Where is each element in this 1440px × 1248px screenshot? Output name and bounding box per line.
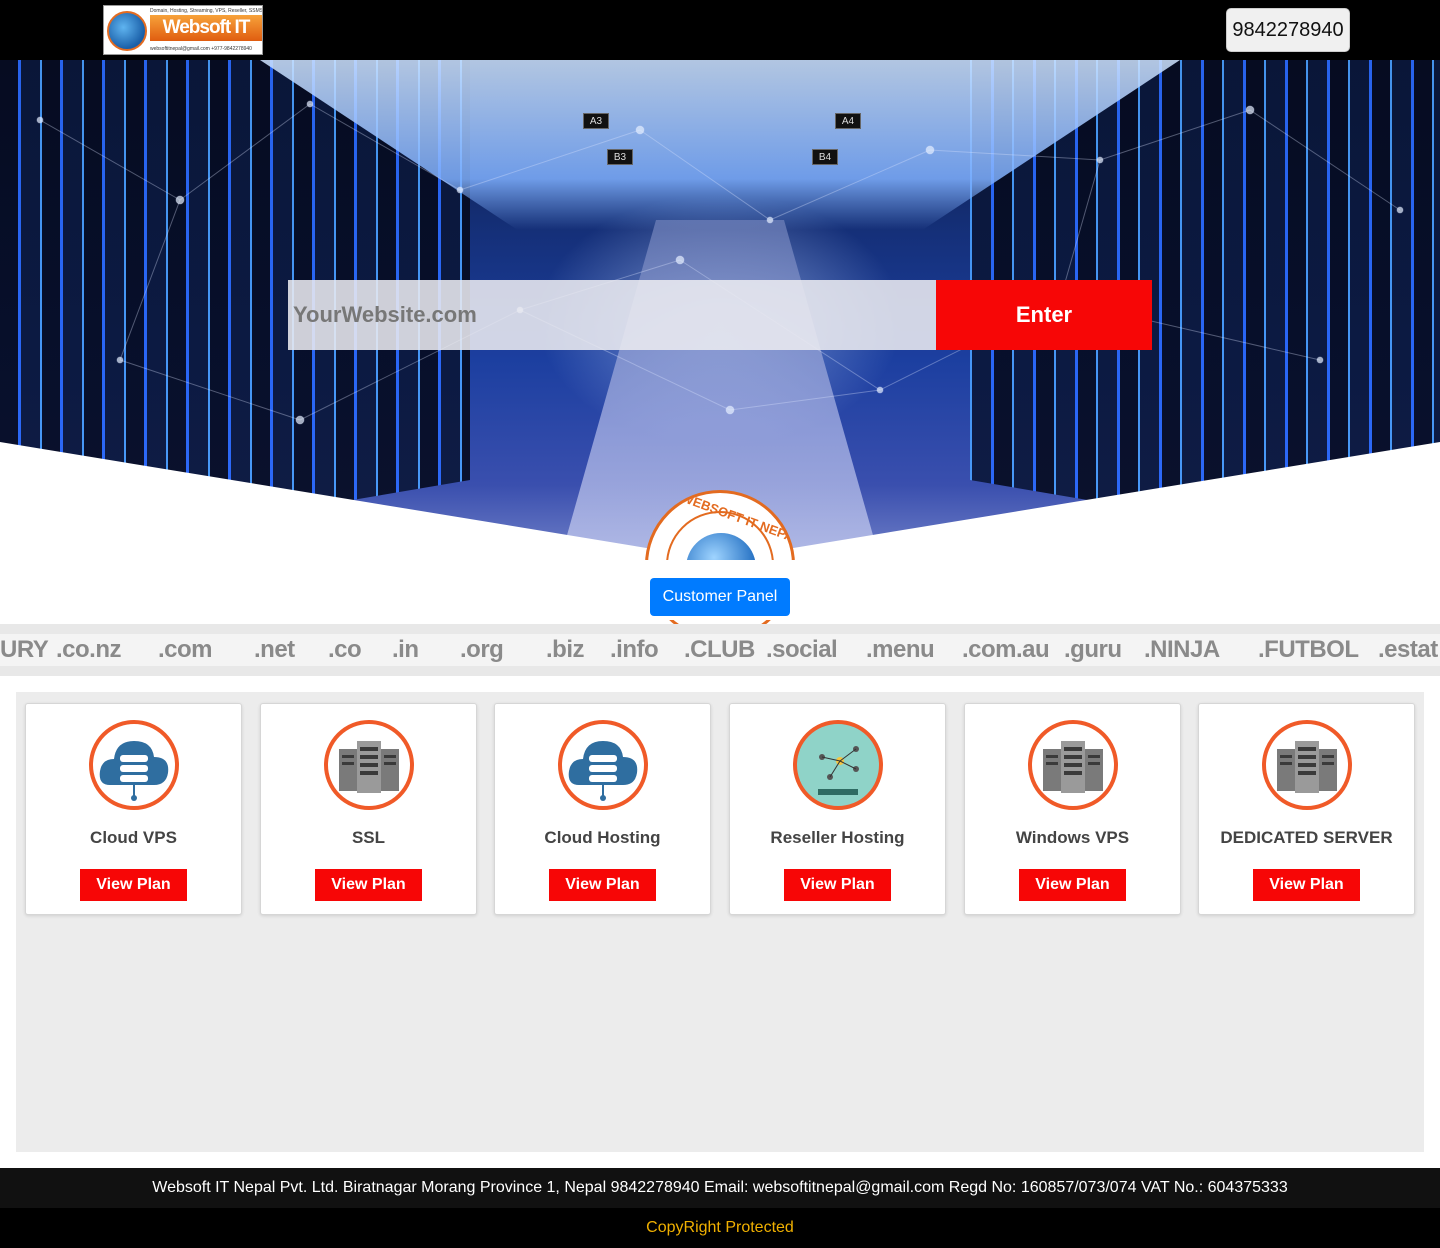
product-card-reseller-hosting: Reseller Hosting View Plan [729,703,946,915]
top-bar: Domain, Hosting, Streaming, VPS, Reselle… [0,0,1440,60]
tld-logo: .social [766,636,838,663]
reseller-network-icon [793,720,883,810]
tld-logo: .menu [866,636,935,663]
logo-contact: websoftitnepal@gmail.com +977-9842278940 [150,46,252,52]
tld-logo: .co.nz [56,636,122,663]
view-plan-button[interactable]: View Plan [1253,869,1360,901]
server-rack-icon [324,720,414,810]
tld-logo: .com [158,636,213,663]
site-logo[interactable]: Domain, Hosting, Streaming, VPS, Reselle… [103,5,263,55]
logo-name: Websoft IT Nepal [150,15,262,54]
product-card-dedicated-server: DEDICATED SERVER View Plan [1198,703,1415,915]
tld-logo: .estat [1378,636,1438,663]
logo-tagline: Domain, Hosting, Streaming, VPS, Reselle… [150,8,262,14]
view-plan-button[interactable]: View Plan [784,869,891,901]
tld-logo: .NINJA [1144,636,1220,663]
view-plan-button[interactable]: View Plan [1019,869,1126,901]
server-rack-icon [1262,720,1352,810]
product-title: Cloud Hosting [544,828,661,847]
cloud-server-icon [558,720,648,810]
footer-company-info: Websoft IT Nepal Pvt. Ltd. Biratnagar Mo… [0,1168,1440,1208]
product-section: Cloud VPS View Plan SSL View Plan Cloud … [16,692,1424,1152]
product-card-cloud-vps: Cloud VPS View Plan [25,703,242,915]
product-card-cloud-hosting: Cloud Hosting View Plan [494,703,711,915]
tld-logo: .co [328,636,362,663]
view-plan-button[interactable]: View Plan [315,869,422,901]
view-plan-button[interactable]: View Plan [549,869,656,901]
tld-logo: .com.au [962,636,1050,663]
footer: Websoft IT Nepal Pvt. Ltd. Biratnagar Mo… [0,1168,1440,1248]
product-card-windows-vps: Windows VPS View Plan [964,703,1181,915]
product-title: SSL [351,828,386,847]
server-rack-icon [1028,720,1118,810]
tld-logo: .org [460,636,504,663]
footer-copyright: CopyRight Protected [646,1219,794,1236]
product-title: Reseller Hosting [770,828,905,847]
customer-panel-button[interactable]: Customer Panel [650,578,790,616]
tld-logo: URY [0,636,49,663]
tld-marquee: URY .co.nz .com .net .co .in .org .biz .… [0,624,1440,676]
product-title: DEDICATED SERVER [1220,828,1393,847]
product-title: Windows VPS [1015,828,1130,847]
product-title: Cloud VPS [90,828,177,847]
tld-logo: .guru [1064,636,1122,663]
cloud-server-icon [89,720,179,810]
domain-search: Enter [288,280,1152,350]
enter-button[interactable]: Enter [936,280,1152,350]
tld-logo: .in [392,636,419,663]
globe-logo-icon [107,11,147,51]
product-card-ssl: SSL View Plan [260,703,477,915]
view-plan-button[interactable]: View Plan [80,869,187,901]
tld-logo: .CLUB [684,636,755,663]
domain-search-input[interactable] [288,280,936,350]
tld-logo: .net [254,636,295,663]
tld-logo: .biz [546,636,585,663]
tld-logo: .FUTBOL [1258,636,1359,663]
hero-banner: A3 A4 B3 B4 Enter [0,60,1440,560]
tld-logo: .info [610,636,659,663]
phone-button[interactable]: 9842278940 [1226,8,1350,52]
